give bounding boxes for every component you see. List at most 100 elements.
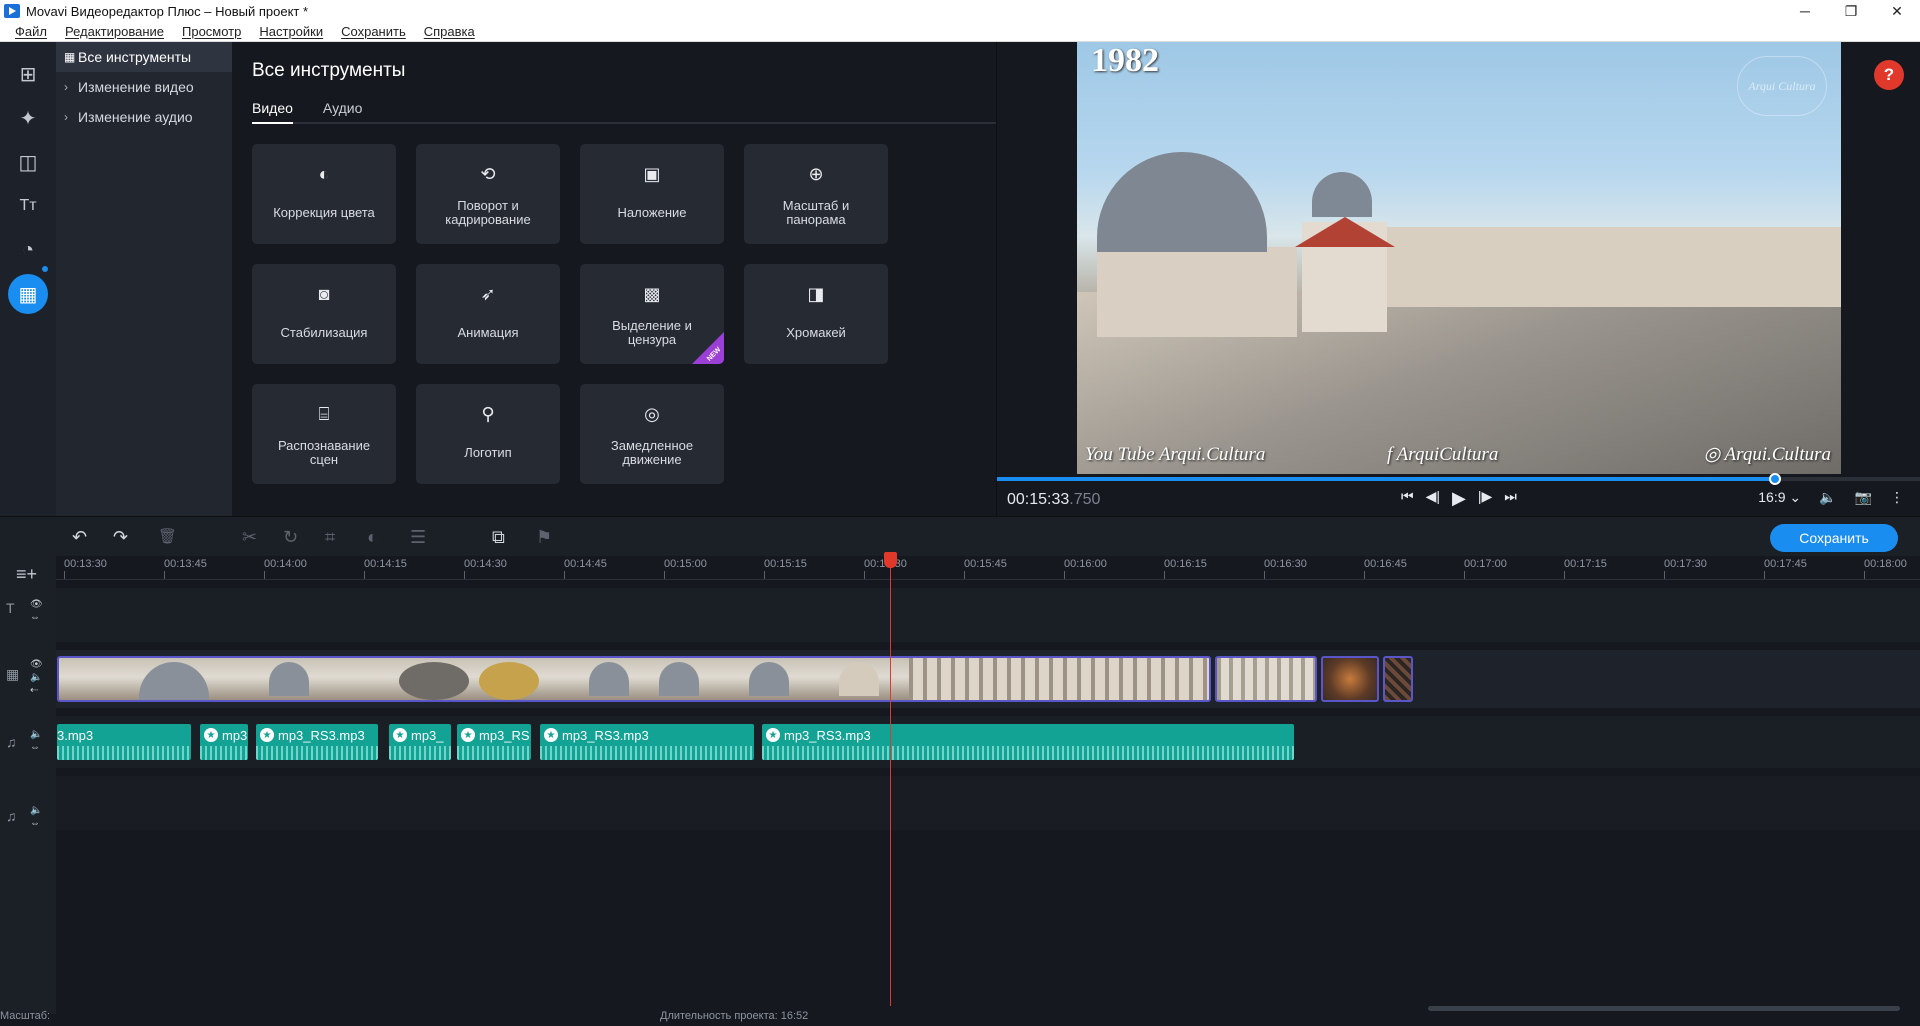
tool-card[interactable]: ◨ Хромакей: [744, 264, 888, 364]
all-tools-icon[interactable]: ▦: [8, 274, 48, 314]
progress-handle[interactable]: [1769, 473, 1781, 485]
titles-icon[interactable]: Tт: [8, 186, 48, 226]
app-logo-icon: [4, 4, 20, 18]
video-clip-3[interactable]: [1321, 656, 1379, 702]
cut-icon[interactable]: ✂: [242, 527, 257, 548]
tool-card[interactable]: ⌸ Распознавание сцен: [252, 384, 396, 484]
save-button[interactable]: Сохранить: [1770, 524, 1898, 552]
step-back-icon[interactable]: ◀|: [1426, 488, 1440, 509]
video-clip-2[interactable]: [1215, 656, 1317, 702]
animation-icon: ➶: [480, 284, 496, 304]
filters-icon[interactable]: ◔: [8, 230, 48, 270]
audio-clip[interactable]: ★ mp3: [200, 724, 248, 760]
time-ruler[interactable]: 00:13:30 00:13:45 00:14:00 00:14:15 00:14:30…: [56, 556, 1920, 580]
step-forward-icon[interactable]: |▶: [1478, 488, 1492, 509]
track-audio-icons-2[interactable]: 🔈 ⇔: [30, 804, 42, 830]
settings-icon[interactable]: ☰: [410, 527, 426, 548]
help-button[interactable]: ?: [1874, 60, 1904, 90]
ruler-tick: 00:15:15: [764, 558, 807, 579]
audio-clip[interactable]: ★ mp3_RS3.mp3: [256, 724, 378, 760]
video-clip-main[interactable]: [57, 656, 1211, 702]
redo-icon[interactable]: ↷: [113, 527, 128, 548]
timeline-scrollbar[interactable]: [1428, 1006, 1900, 1011]
ruler-tick: 00:14:15: [364, 558, 407, 579]
title-bar: Movavi Видеоредактор Плюс – Новый проект…: [0, 0, 1920, 22]
star-icon: ★: [766, 728, 780, 742]
menu-settings[interactable]: Настройки: [250, 24, 332, 39]
audio-track-2[interactable]: [56, 776, 1920, 830]
star-icon: ★: [393, 728, 407, 742]
window-controls: ─ ❐ ✕: [1782, 0, 1920, 22]
scene-wall: [1377, 227, 1841, 307]
tool-card[interactable]: ▩ Выделение и цензура NEW: [580, 264, 724, 364]
category-audio-edit[interactable]: › Изменение аудио: [56, 102, 232, 132]
tab-audio[interactable]: Аудио: [323, 98, 363, 124]
ruler-tick: 00:15:45: [964, 558, 1007, 579]
skip-end-icon[interactable]: ⏭: [1504, 488, 1517, 509]
volume-icon[interactable]: 🔈: [1819, 489, 1836, 506]
menu-help[interactable]: Справка: [415, 24, 484, 39]
tool-card[interactable]: ➶ Анимация: [416, 264, 560, 364]
tool-rail: ⊞ ✦ ◫ Tт ◔ ▦: [0, 42, 56, 516]
star-icon: ★: [204, 728, 218, 742]
category-video-edit[interactable]: › Изменение видео: [56, 72, 232, 102]
playback-controls: ⏮ ◀| ▶ |▶ ⏭: [1401, 488, 1517, 509]
rotate-icon[interactable]: ↻: [283, 527, 298, 548]
audio-clip[interactable]: 3.mp3: [57, 724, 191, 760]
color-icon[interactable]: ◐: [367, 527, 378, 548]
menu-edit[interactable]: Редактирование: [56, 24, 173, 39]
marker-icon[interactable]: ⚑: [536, 527, 552, 548]
scene-drum: [1097, 247, 1297, 337]
zoom-label: Масштаб:: [0, 1010, 51, 1022]
playhead-handle[interactable]: [884, 552, 897, 568]
menu-view[interactable]: Просмотр: [173, 24, 250, 39]
tool-card[interactable]: ◙ Стабилизация: [252, 264, 396, 364]
ruler-tick: 00:14:45: [564, 558, 607, 579]
tool-card[interactable]: ◎ Замедленное движение: [580, 384, 724, 484]
tool-card[interactable]: ⊕ Масштаб и панорама: [744, 144, 888, 244]
video-clip-4[interactable]: [1383, 656, 1413, 702]
video-preview[interactable]: 1982 Arqui Cultura You Tube Arqui.Cultur…: [1077, 42, 1841, 474]
tab-video[interactable]: Видео: [252, 98, 293, 124]
menu-save[interactable]: Сохранить: [332, 24, 415, 39]
menu-file[interactable]: Файл: [6, 24, 56, 39]
tool-card-label: Логотип: [464, 445, 512, 460]
undo-icon[interactable]: ↶: [72, 527, 87, 548]
audio-clip[interactable]: ★ mp3_RS3.mp3: [540, 724, 754, 760]
playback-progress[interactable]: [997, 473, 1920, 485]
close-button[interactable]: ✕: [1874, 0, 1920, 22]
maximize-button[interactable]: ❐: [1828, 0, 1874, 22]
overlay-icon[interactable]: ⧉: [492, 527, 505, 548]
more-options-icon[interactable]: ⋮: [1890, 489, 1904, 506]
tool-card-label: Масштаб и панорама: [782, 198, 850, 227]
crop-icon[interactable]: ⌗: [325, 527, 335, 548]
audio-clip[interactable]: ★ mp3_RS3.mp3: [762, 724, 1294, 760]
title-track[interactable]: [56, 588, 1920, 642]
aspect-ratio-select[interactable]: 16:9 ⌄: [1758, 489, 1801, 506]
clip-thumb: [659, 662, 699, 696]
audio-waveform: [200, 746, 248, 760]
add-track-icon[interactable]: ≡+: [16, 564, 37, 585]
clip-thumb: [589, 662, 629, 696]
tool-card[interactable]: ⟲ Поворот и кадрирование: [416, 144, 560, 244]
track-controls-icons[interactable]: 👁 🔈 ⇠: [30, 658, 43, 697]
snapshot-icon[interactable]: 📷: [1855, 489, 1872, 506]
tool-card[interactable]: ▣ Наложение: [580, 144, 724, 244]
track-audio-icons[interactable]: 🔈 ⇔: [30, 728, 42, 754]
audio-clip[interactable]: ★ mp3_RS: [457, 724, 531, 760]
tool-card[interactable]: ◐ Коррекция цвета: [252, 144, 396, 244]
audio-clip-name: mp3: [222, 728, 248, 743]
play-icon[interactable]: ▶: [1452, 488, 1466, 509]
skip-start-icon[interactable]: ⏮: [1401, 488, 1414, 509]
magic-wand-icon[interactable]: ✦: [8, 98, 48, 138]
clip-thumb: [479, 662, 539, 700]
track-visibility-icons[interactable]: 👁 ⇔: [30, 598, 43, 624]
import-icon[interactable]: ⊞: [8, 54, 48, 94]
category-label: Изменение аудио: [78, 109, 193, 125]
minimize-button[interactable]: ─: [1782, 0, 1828, 22]
category-all-tools[interactable]: ▦ Все инструменты: [56, 42, 232, 72]
audio-clip[interactable]: ★ mp3_: [389, 724, 451, 760]
tool-card[interactable]: ⚲ Логотип: [416, 384, 560, 484]
delete-icon[interactable]: 🗑: [158, 527, 177, 545]
transitions-icon[interactable]: ◫: [8, 142, 48, 182]
